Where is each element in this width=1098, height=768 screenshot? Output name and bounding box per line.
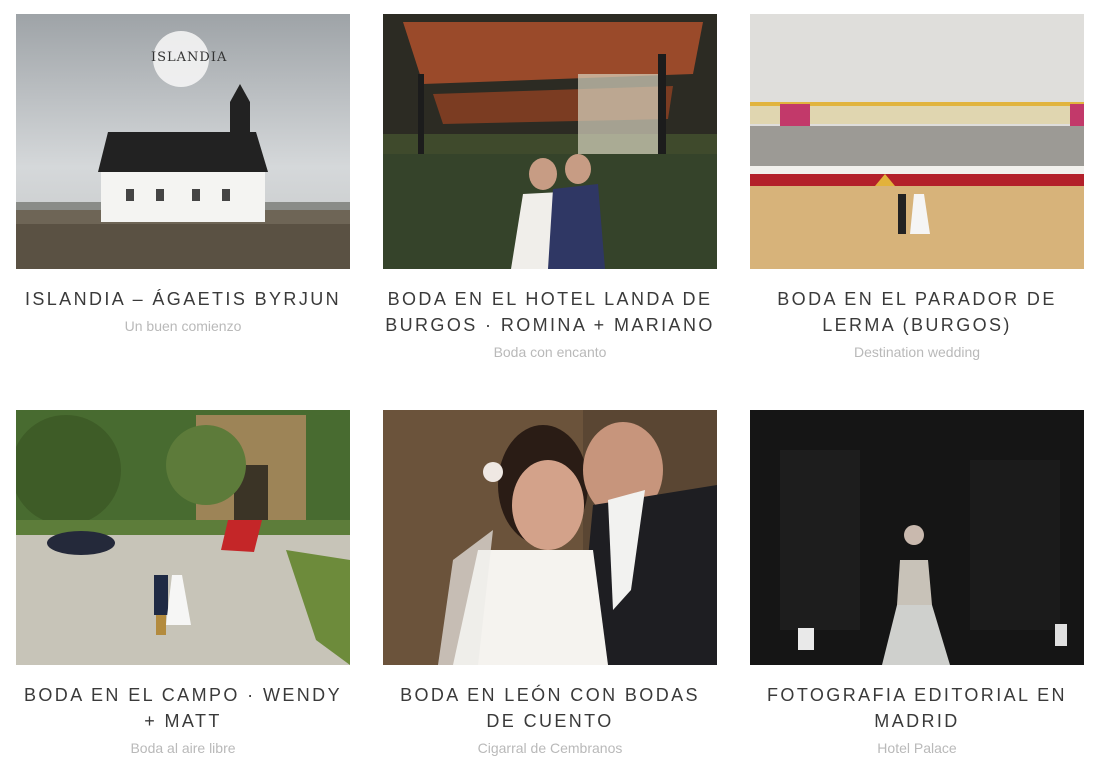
gallery-card-title[interactable]: BODA EN EL CAMPO · WENDY + MATT bbox=[16, 682, 350, 734]
country-wedding-photo bbox=[16, 410, 350, 665]
gallery-thumbnail-link[interactable]: ISLANDIA bbox=[16, 14, 350, 269]
gallery-thumbnail-link[interactable] bbox=[750, 410, 1084, 665]
gallery-card-subtitle: Un buen comienzo bbox=[124, 318, 242, 334]
gallery-card-subtitle: Hotel Palace bbox=[877, 740, 957, 756]
gallery-card-title[interactable]: BODA EN LEÓN CON BODAS DE CUENTO bbox=[383, 682, 717, 734]
gallery-thumbnail-link[interactable] bbox=[750, 14, 1084, 269]
couple-closeup-photo bbox=[383, 410, 717, 665]
gallery-card[interactable]: BODA EN LEÓN CON BODAS DE CUENTO Cigarra… bbox=[383, 410, 717, 758]
gallery-card[interactable]: ISLANDIA ISLANDIA – ÁGAETIS BYRJUN Un bu… bbox=[16, 14, 350, 336]
gallery-thumbnail-link[interactable] bbox=[383, 14, 717, 269]
couple-pergola-photo bbox=[383, 14, 717, 269]
gallery-card-title[interactable]: FOTOGRAFIA EDITORIAL EN MADRID bbox=[750, 682, 1084, 734]
gallery-thumbnail-link[interactable] bbox=[16, 410, 350, 665]
gallery-card-title[interactable]: BODA EN EL HOTEL LANDA DE BURGOS · ROMIN… bbox=[383, 286, 717, 338]
bullring-photo bbox=[750, 14, 1084, 269]
gallery-card-subtitle: Cigarral de Cembranos bbox=[477, 740, 623, 756]
islandia-badge-logo: ISLANDIA bbox=[151, 50, 228, 65]
gallery-card-title[interactable]: BODA EN EL PARADOR DE LERMA (BURGOS) bbox=[750, 286, 1084, 338]
gallery-card-subtitle: Boda con encanto bbox=[493, 344, 607, 360]
gallery-card[interactable]: BODA EN EL CAMPO · WENDY + MATT Boda al … bbox=[16, 410, 350, 758]
gallery-card[interactable]: BODA EN EL HOTEL LANDA DE BURGOS · ROMIN… bbox=[383, 14, 717, 362]
gallery-card-subtitle: Boda al aire libre bbox=[130, 740, 236, 756]
editorial-bride-photo bbox=[750, 410, 1084, 665]
gallery-card-title[interactable]: ISLANDIA – ÁGAETIS BYRJUN bbox=[16, 286, 350, 312]
gallery-card[interactable]: BODA EN EL PARADOR DE LERMA (BURGOS) Des… bbox=[750, 14, 1084, 362]
gallery-grid: ISLANDIA ISLANDIA – ÁGAETIS BYRJUN Un bu… bbox=[0, 0, 1098, 768]
gallery-card-subtitle: Destination wedding bbox=[853, 344, 981, 360]
gallery-card[interactable]: FOTOGRAFIA EDITORIAL EN MADRID Hotel Pal… bbox=[750, 410, 1084, 758]
gallery-thumbnail-link[interactable] bbox=[383, 410, 717, 665]
